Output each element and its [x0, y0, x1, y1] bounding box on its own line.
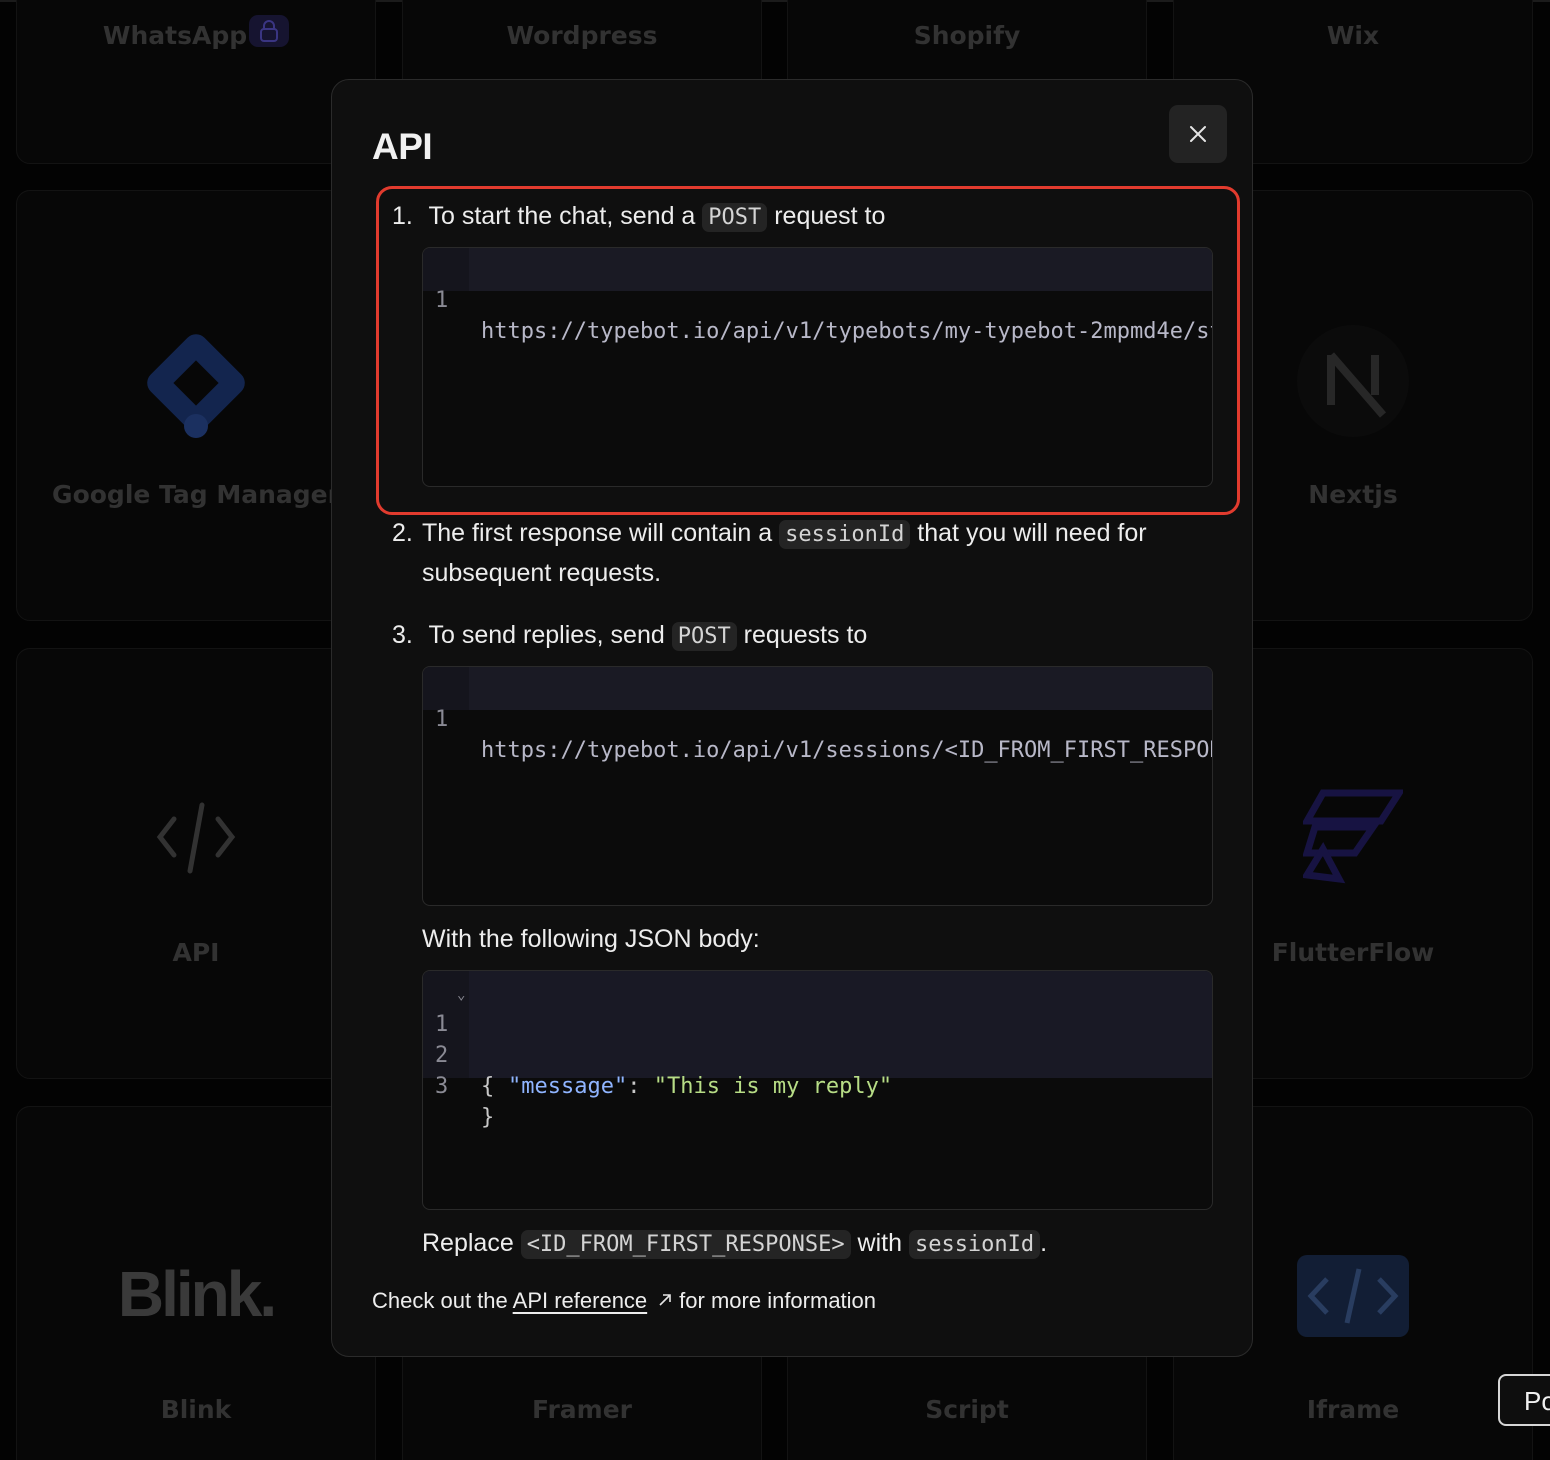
step-text: with [857, 1229, 902, 1257]
step-text: The first response will contain a [422, 519, 773, 547]
code-line: https://typebot.io/api/v1/sessions/<ID_F… [481, 738, 1212, 763]
partial-button[interactable]: Po [1498, 1374, 1550, 1426]
json-body-editor[interactable]: 1 ⌄ { 2 "message": "This is my reply" 3 … [422, 970, 1213, 1210]
inline-code-post: POST [702, 203, 768, 232]
inline-code-sessionid: sessionId [908, 1230, 1041, 1259]
step-1: 1. To start the chat, send a POST reques… [392, 197, 885, 237]
step-text: To start the chat, send a [428, 202, 696, 230]
step-2: 2. [392, 514, 422, 552]
step-number: 3. [392, 621, 413, 649]
json-body-label: With the following JSON body: [422, 925, 760, 953]
inline-code-id-placeholder: <ID_FROM_FIRST_RESPONSE> [520, 1230, 851, 1259]
close-button[interactable] [1169, 105, 1227, 163]
step-2-body: The first response will contain a sessio… [422, 514, 1222, 592]
step-text: . [1040, 1229, 1048, 1257]
start-chat-url-editor[interactable]: 1 https://typebot.io/api/v1/typebots/my-… [422, 247, 1213, 487]
modal-title: API [372, 126, 433, 167]
json-key: "message" [508, 1074, 628, 1099]
line-number: 1 [435, 288, 449, 313]
api-modal: API 1. To start the chat, send a POST re… [331, 79, 1253, 1357]
line-number: 1 [435, 707, 449, 732]
footer-text: for more information [679, 1288, 877, 1313]
json-colon: : [627, 1074, 654, 1099]
external-link-icon [659, 1294, 671, 1306]
inline-code-sessionid: sessionId [779, 520, 911, 549]
code-line: https://typebot.io/api/v1/typebots/my-ty… [481, 319, 1212, 344]
replace-instruction: Replace <ID_FROM_FIRST_RESPONSE> with se… [422, 1224, 1222, 1264]
code-line: } [481, 1105, 495, 1130]
fold-chevron-icon[interactable]: ⌄ [457, 980, 465, 1011]
json-value: "This is my reply" [653, 1074, 893, 1099]
inline-code-post: POST [671, 622, 737, 651]
step-number: 2. [392, 519, 413, 547]
line-number: 3 [435, 1074, 449, 1099]
step-text: request to [774, 202, 886, 230]
footer-text: Check out the [372, 1288, 508, 1313]
step-text: To send replies, send [428, 621, 665, 649]
api-reference-note: Check out the API reference for more info… [372, 1288, 876, 1314]
close-icon [1190, 126, 1206, 142]
continue-chat-url-editor[interactable]: 1 https://typebot.io/api/v1/sessions/<ID… [422, 666, 1213, 906]
step-number: 1. [392, 202, 413, 230]
api-reference-link[interactable]: API reference [513, 1288, 648, 1313]
step-text: Replace [422, 1229, 514, 1257]
step-text: requests to [743, 621, 868, 649]
step-3: 3. To send replies, send POST requests t… [392, 616, 867, 656]
